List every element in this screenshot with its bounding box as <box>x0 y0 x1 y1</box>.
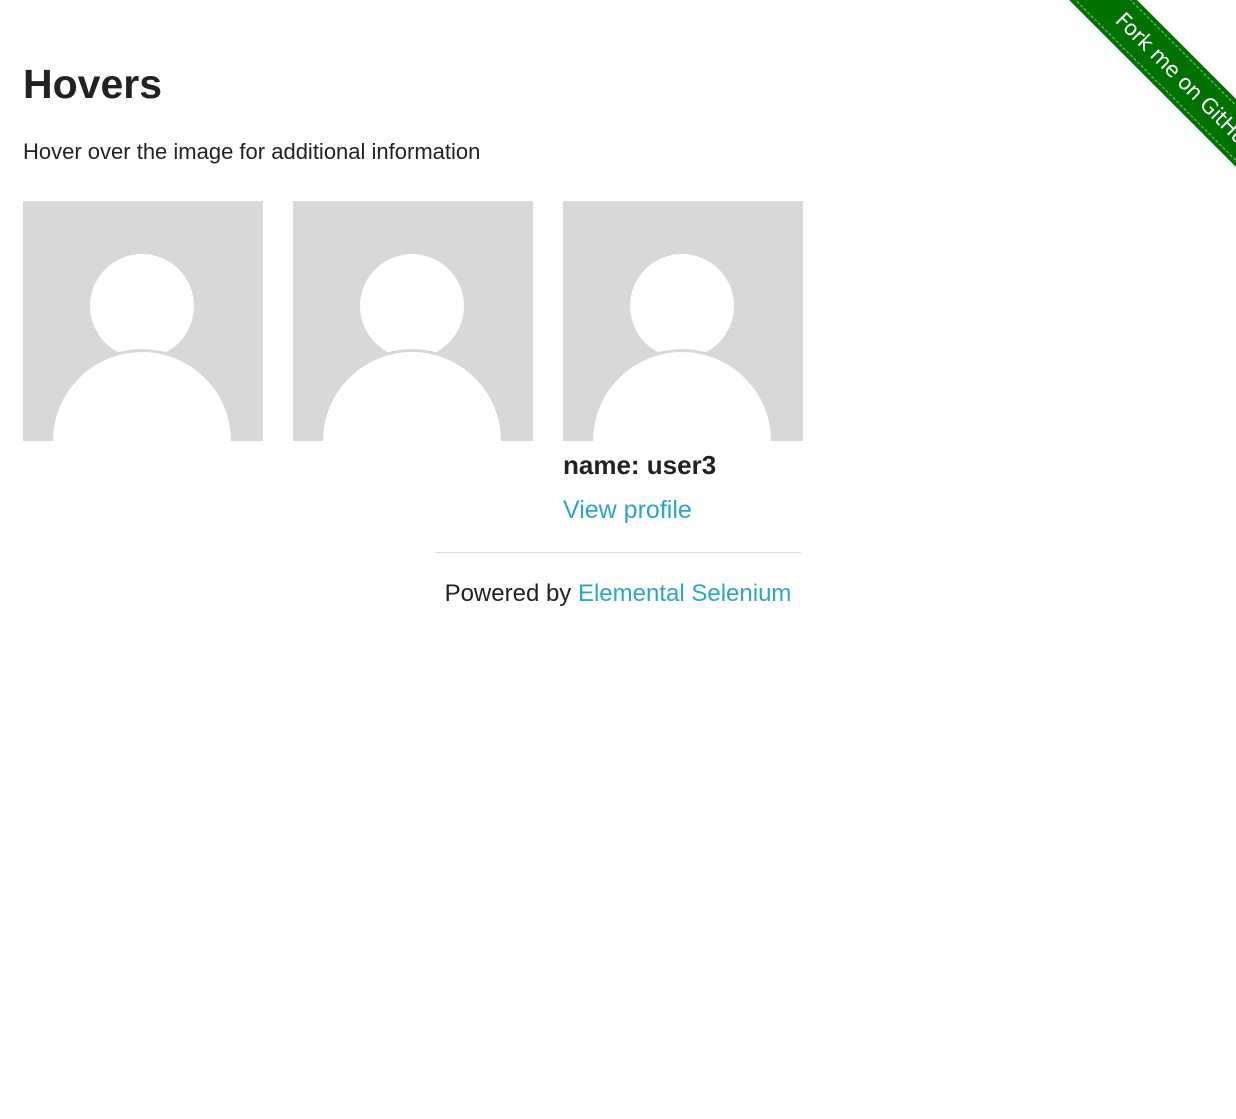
github-ribbon-container: Fork me on GitHub <box>1031 0 1236 205</box>
page-footer: Powered by Elemental Selenium <box>435 578 801 610</box>
footer-divider <box>435 552 801 553</box>
elemental-selenium-link[interactable]: Elemental Selenium <box>578 580 791 607</box>
ribbon-label: Fork me on GitHub <box>1069 0 1236 200</box>
user-figure-2[interactable] <box>293 201 533 441</box>
fork-on-github-ribbon[interactable]: Fork me on GitHub <box>1067 0 1236 202</box>
user-figure-3[interactable]: name: user3 View profile <box>563 201 803 524</box>
footer-text: Powered by <box>444 580 578 607</box>
page-title: Hovers <box>23 61 163 107</box>
view-profile-link[interactable]: View profile <box>563 495 692 525</box>
user-figure-1[interactable] <box>23 201 263 441</box>
user-avatar-icon[interactable] <box>563 201 803 441</box>
user-avatar-icon[interactable] <box>293 201 533 441</box>
user-avatar-icon[interactable] <box>23 201 263 441</box>
page-subtitle: Hover over the image for additional info… <box>23 139 481 164</box>
figure-caption-name: name: user3 <box>563 450 717 480</box>
